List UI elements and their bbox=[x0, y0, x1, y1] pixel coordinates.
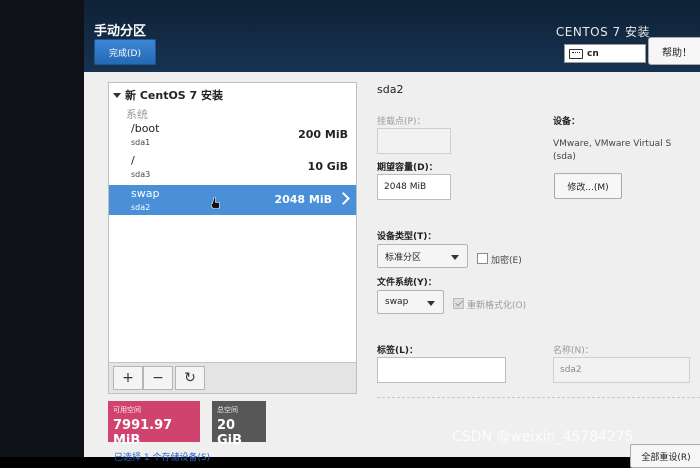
chevron-down-icon bbox=[451, 255, 459, 260]
product-title: CENTOS 7 安装 bbox=[555, 25, 650, 39]
partition-size: 200 MiB bbox=[298, 128, 348, 141]
available-space-box: 可用空间 7991.97 MiB bbox=[108, 401, 200, 448]
total-space-value: 20 GiB bbox=[217, 418, 243, 448]
tree-root-label: 新 CentOS 7 安装 bbox=[125, 89, 224, 102]
partition-toolbar: + − ↻ bbox=[109, 362, 356, 393]
keyboard-layout-indicator[interactable]: cn bbox=[564, 44, 646, 63]
device-type-label: 设备类型(T)： bbox=[377, 232, 437, 242]
screen: 手动分区 完成(D) CENTOS 7 安装 cn 帮助！ 新 CentOS 7… bbox=[0, 0, 700, 468]
reformat-checkbox[interactable] bbox=[453, 298, 464, 309]
encrypt-label: 加密(E) bbox=[491, 256, 522, 266]
available-space-value: 7991.97 MiB bbox=[113, 418, 173, 448]
add-partition-button[interactable]: + bbox=[113, 366, 143, 390]
device-value: VMware, VMware Virtual S (sda) bbox=[553, 139, 672, 162]
partition-device: sda3 bbox=[131, 170, 151, 179]
reformat-label: 重新格式化(O) bbox=[467, 301, 527, 311]
total-space-label: 总空间 bbox=[217, 406, 238, 414]
mount-point-label: 挂载点(P)： bbox=[377, 117, 426, 127]
reset-all-button[interactable]: 全部重设(R) bbox=[630, 444, 700, 468]
device-type-value: 标准分区 bbox=[385, 252, 422, 263]
refresh-button[interactable]: ↻ bbox=[175, 366, 205, 390]
filesystem-value: swap bbox=[385, 297, 409, 307]
partition-size: 2048 MiB bbox=[274, 193, 332, 206]
partition-tree-panel: 新 CentOS 7 安装 系统 /boot sda1 200 MiB / sd… bbox=[108, 82, 357, 394]
watermark: CSDN @weixin_45784275 bbox=[452, 429, 634, 445]
detail-title: sda2 bbox=[377, 83, 404, 96]
tree-root[interactable]: 新 CentOS 7 安装 bbox=[113, 87, 223, 103]
partition-size: 10 GiB bbox=[307, 160, 348, 173]
name-field[interactable]: sda2 bbox=[553, 357, 690, 383]
chevron-right-icon bbox=[337, 192, 350, 205]
divider bbox=[377, 397, 700, 398]
name-label: 名称(N)： bbox=[553, 346, 594, 356]
expander-down-icon[interactable] bbox=[113, 92, 121, 98]
partition-row-swap[interactable]: swap sda2 2048 MiB bbox=[109, 185, 356, 215]
help-button[interactable]: 帮助！ bbox=[648, 37, 700, 65]
installer-window: 手动分区 完成(D) CENTOS 7 安装 cn 帮助！ 新 CentOS 7… bbox=[84, 0, 700, 468]
hand-cursor-icon bbox=[211, 197, 220, 209]
tag-label: 标签(L)： bbox=[377, 346, 418, 356]
chevron-down-icon bbox=[427, 301, 435, 306]
done-button[interactable]: 完成(D) bbox=[94, 39, 156, 65]
filesystem-select[interactable]: swap bbox=[377, 290, 444, 314]
partition-mount: swap bbox=[131, 187, 160, 200]
partition-row-root[interactable]: / sda3 10 GiB bbox=[109, 152, 356, 182]
modify-button[interactable]: 修改...(M) bbox=[554, 173, 622, 199]
tag-field[interactable] bbox=[377, 357, 506, 383]
keyboard-layout-label: cn bbox=[587, 48, 599, 59]
left-dark-strip bbox=[0, 0, 84, 457]
remove-partition-button[interactable]: − bbox=[143, 366, 173, 390]
device-type-select[interactable]: 标准分区 bbox=[377, 244, 468, 268]
total-space-box: 总空间 20 GiB bbox=[212, 401, 266, 448]
partition-device: sda1 bbox=[131, 138, 151, 147]
desired-capacity-field[interactable]: 2048 MiB bbox=[377, 174, 451, 200]
mount-point-field[interactable] bbox=[377, 128, 451, 154]
filesystem-label: 文件系统(Y)： bbox=[377, 278, 437, 288]
refresh-icon: ↻ bbox=[184, 370, 196, 386]
partition-mount: /boot bbox=[131, 122, 160, 135]
keyboard-icon bbox=[569, 48, 583, 59]
partition-mount: / bbox=[131, 154, 135, 167]
encrypt-checkbox[interactable] bbox=[477, 253, 488, 264]
page-title: 手动分区 bbox=[94, 24, 147, 39]
available-space-label: 可用空间 bbox=[113, 406, 141, 414]
device-label: 设备： bbox=[553, 117, 581, 127]
partition-row-boot[interactable]: /boot sda1 200 MiB bbox=[109, 120, 356, 150]
desired-capacity-label: 期望容量(D)： bbox=[377, 163, 438, 173]
partition-device: sda2 bbox=[131, 203, 151, 212]
